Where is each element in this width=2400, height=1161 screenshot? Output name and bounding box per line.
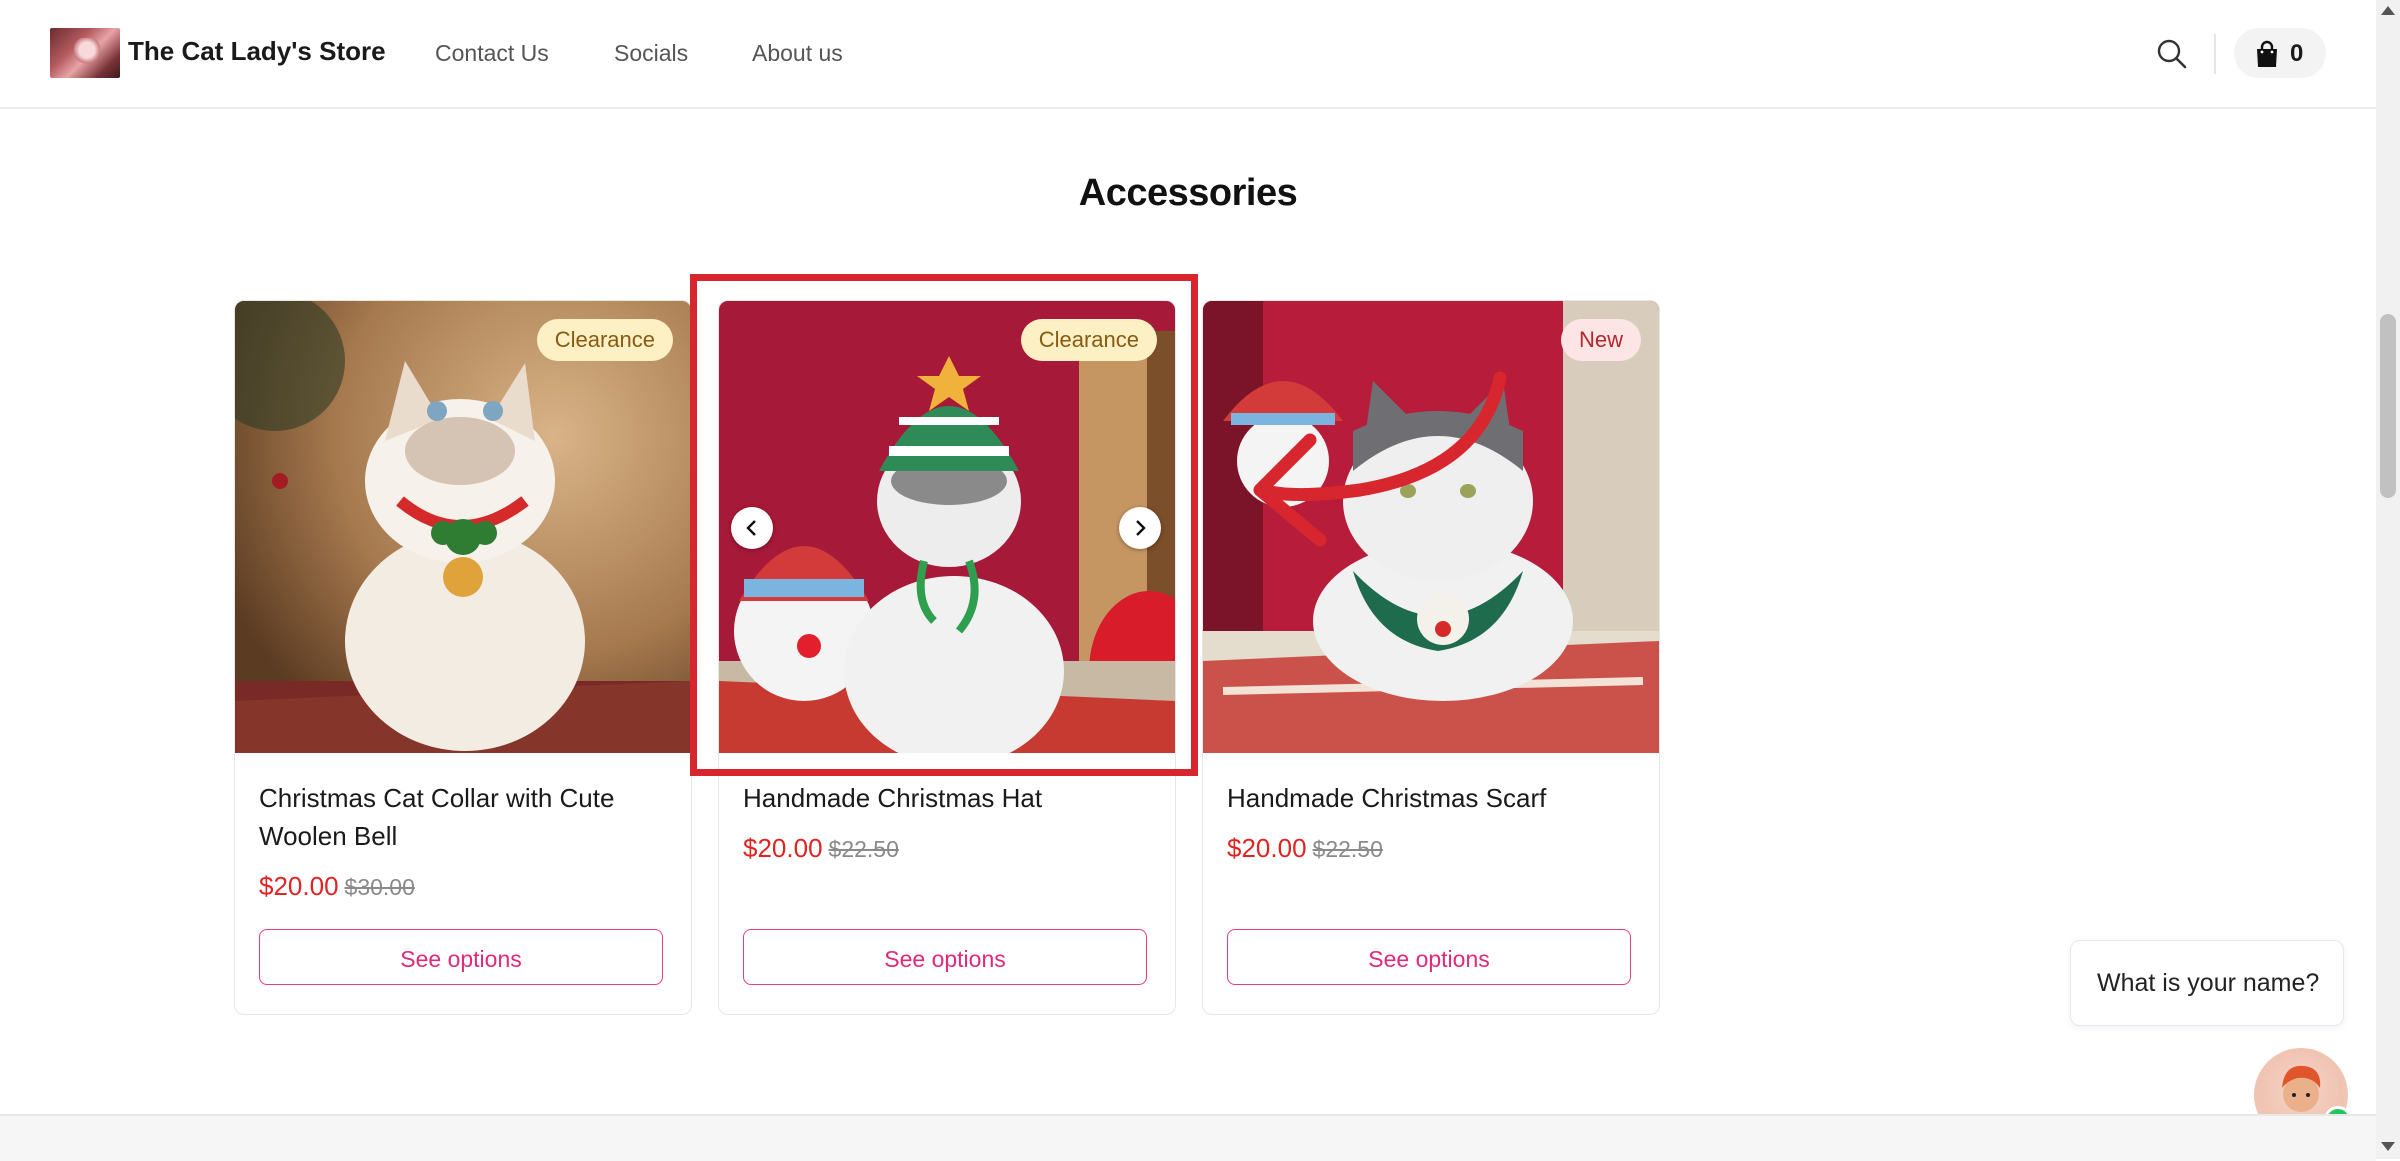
price-row: $20.00 $22.50 <box>743 833 899 864</box>
price-row: $20.00 $22.50 <box>1227 833 1383 864</box>
sale-price: $20.00 <box>1227 833 1307 863</box>
header-divider <box>2214 34 2216 74</box>
page-scrollbar[interactable] <box>2376 0 2400 1159</box>
sale-price: $20.00 <box>743 833 823 863</box>
product-title[interactable]: Handmade Christmas Scarf <box>1227 779 1627 817</box>
cart-count: 0 <box>2290 40 2304 67</box>
original-price: $30.00 <box>344 874 415 900</box>
nav-about-us[interactable]: About us <box>752 40 843 67</box>
product-image[interactable]: New <box>1203 301 1659 753</box>
shopping-bag-icon <box>2257 40 2277 67</box>
product-title[interactable]: Christmas Cat Collar with Cute Woolen Be… <box>259 779 659 855</box>
original-price: $22.50 <box>1312 836 1383 862</box>
store-name[interactable]: The Cat Lady's Store <box>128 36 386 67</box>
chevron-left-icon <box>746 520 756 536</box>
see-options-button[interactable]: See options <box>1227 929 1631 985</box>
scrollbar-thumb[interactable] <box>2380 314 2396 498</box>
search-icon[interactable] <box>2156 38 2188 70</box>
product-title[interactable]: Handmade Christmas Hat <box>743 779 1143 817</box>
cart-button[interactable]: 0 <box>2234 28 2326 78</box>
nav-socials[interactable]: Socials <box>614 40 688 67</box>
product-card[interactable]: New Handmade Christmas Scarf $20.00 $22.5… <box>1202 300 1660 1015</box>
footer-strip <box>0 1114 2376 1161</box>
scroll-up-arrow-icon[interactable] <box>2381 6 2395 15</box>
product-card[interactable]: Clearance Christmas Cat Collar with Cute… <box>234 300 692 1015</box>
carousel-next-button[interactable] <box>1119 507 1161 549</box>
store-logo[interactable] <box>50 28 120 78</box>
site-header: The Cat Lady's Store Contact Us Socials … <box>0 0 2376 109</box>
carousel-prev-button[interactable] <box>731 507 773 549</box>
product-image[interactable]: Clearance <box>719 301 1175 753</box>
chevron-right-icon <box>1136 520 1146 536</box>
original-price: $22.50 <box>828 836 899 862</box>
scroll-down-arrow-icon[interactable] <box>2381 1142 2395 1151</box>
clearance-badge: Clearance <box>536 319 673 361</box>
new-badge: New <box>1560 319 1641 361</box>
see-options-button[interactable]: See options <box>743 929 1147 985</box>
product-image[interactable]: Clearance <box>235 301 691 753</box>
nav-contact-us[interactable]: Contact Us <box>435 40 549 67</box>
section-title: Accessories <box>1078 172 1298 214</box>
clearance-badge: Clearance <box>1020 319 1157 361</box>
see-options-button[interactable]: See options <box>259 929 663 985</box>
chat-prompt-bubble[interactable]: What is your name? <box>2070 940 2344 1026</box>
price-row: $20.00 $30.00 <box>259 871 415 902</box>
sale-price: $20.00 <box>259 871 339 901</box>
chat-prompt-text: What is your name? <box>2097 969 2320 997</box>
product-card[interactable]: Clearance Handmade Christmas Hat $20.00 $… <box>718 300 1176 1015</box>
